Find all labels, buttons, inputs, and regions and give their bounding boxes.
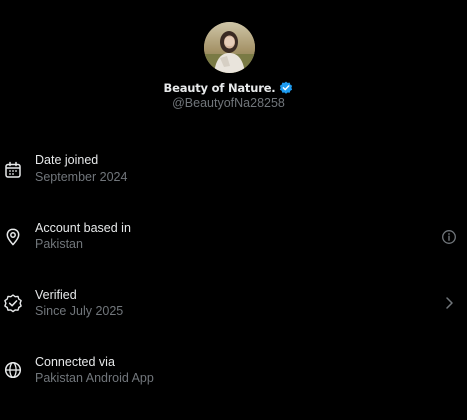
avatar[interactable] [204, 22, 255, 73]
display-name: Beauty of Nature. [163, 81, 276, 95]
verified-label: Verified [35, 288, 77, 302]
verified-value: Since July 2025 [35, 304, 124, 318]
date-joined-label: Date joined [35, 153, 99, 167]
user-handle: @BeautyofNa28258 [172, 96, 285, 110]
calendar-icon [3, 160, 23, 180]
account-based-in-value: Pakistan [35, 237, 83, 251]
account-based-in-label: Account based in [35, 221, 131, 235]
profile-header: Beauty of Nature. @BeautyofNa28258 [0, 0, 467, 120]
verified-check-icon [3, 293, 23, 313]
connected-via-value: Pakistan Android App [35, 371, 154, 385]
name-row: Beauty of Nature. [0, 78, 457, 98]
info-row-verified[interactable]: Verified Since July 2025 [0, 283, 467, 333]
location-pin-icon [3, 227, 23, 247]
info-row-account-based-in: Account based in Pakistan [0, 216, 467, 266]
info-row-date-joined: Date joined September 2024 [0, 148, 467, 198]
chevron-right-icon [441, 295, 457, 311]
verified-badge-icon [279, 81, 293, 95]
globe-icon [3, 360, 23, 380]
info-row-connected-via: Connected via Pakistan Android App [0, 350, 467, 400]
info-icon[interactable] [441, 229, 457, 245]
avatar-photo-icon [204, 22, 255, 73]
connected-via-label: Connected via [35, 355, 115, 369]
date-joined-value: September 2024 [35, 170, 128, 184]
